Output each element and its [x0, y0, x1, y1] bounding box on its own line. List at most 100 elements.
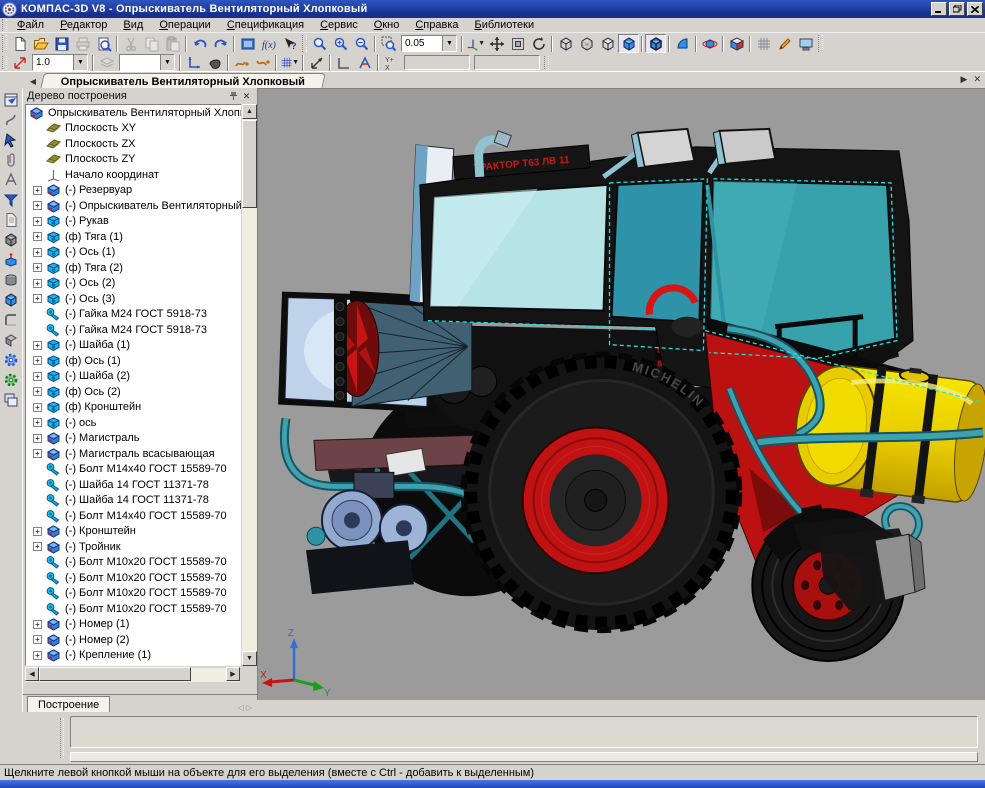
tab-close-button[interactable]: ✕: [973, 74, 981, 85]
shaded-button[interactable]: [618, 34, 639, 53]
spline-tool-button[interactable]: [1, 110, 21, 130]
tree-item[interactable]: +(-) Рукав: [26, 214, 238, 230]
tree-item[interactable]: (-) Болт М10х20 ГОСТ 15589-70: [26, 555, 238, 571]
tree-item[interactable]: +(-) Опрыскиватель Вентиляторный Хлопков…: [26, 198, 238, 214]
expand-icon[interactable]: +: [33, 341, 42, 350]
tree-item[interactable]: +(-) Ось (2): [26, 276, 238, 292]
menu-Окно[interactable]: Окно: [366, 19, 408, 31]
variables-button[interactable]: f(x): [258, 34, 279, 53]
help-select-button[interactable]: ?: [279, 34, 300, 53]
menu-Спецификация[interactable]: Спецификация: [219, 19, 312, 31]
expand-icon[interactable]: +: [33, 620, 42, 629]
expand-icon[interactable]: +: [33, 635, 42, 644]
local-cs-button[interactable]: [183, 55, 204, 71]
menu-Файл[interactable]: Файл: [9, 19, 52, 31]
expand-icon[interactable]: +: [33, 387, 42, 396]
filter-tool-button[interactable]: [1, 190, 21, 210]
current-scale-combo[interactable]: 1.0▼: [32, 54, 88, 71]
menu-Вид[interactable]: Вид: [115, 19, 151, 31]
expand-icon[interactable]: +: [33, 201, 42, 210]
fillet-operation-button[interactable]: [1, 310, 21, 330]
tree-item[interactable]: +(-) Номер (2): [26, 632, 238, 648]
extrude-operation-button[interactable]: [1, 230, 21, 250]
coordinate-field[interactable]: [404, 55, 470, 70]
tree-item[interactable]: +(ф) Ось (1): [26, 353, 238, 369]
end-sketch-button[interactable]: [204, 55, 225, 71]
tree-item[interactable]: +(-) Магистраль всасывающая: [26, 446, 238, 462]
pan-button[interactable]: [486, 34, 507, 53]
window-layout-button[interactable]: [1, 390, 21, 410]
open-button[interactable]: [30, 34, 51, 53]
tree-item[interactable]: Опрыскиватель Вентиляторный Хлопковый: [26, 105, 238, 121]
tree-item[interactable]: +(-) Крепление (2): [26, 663, 238, 666]
wireframe-button[interactable]: [555, 34, 576, 53]
preview-button[interactable]: [93, 34, 114, 53]
expand-icon[interactable]: +: [33, 263, 42, 272]
revolve-operation-button[interactable]: [1, 270, 21, 290]
coordinate-field[interactable]: [474, 55, 540, 70]
expand-icon[interactable]: +: [33, 356, 42, 365]
shell-operation-button[interactable]: [1, 330, 21, 350]
orientation-button[interactable]: ▼: [465, 34, 486, 53]
paste-button[interactable]: [162, 34, 183, 53]
loft-operation-button[interactable]: [1, 290, 21, 310]
menu-Справка[interactable]: Справка: [407, 19, 466, 31]
tree-item[interactable]: Начало координат: [26, 167, 238, 183]
screen-view-button[interactable]: [795, 34, 816, 53]
curve-edit-button[interactable]: [231, 55, 252, 71]
tree-item[interactable]: +(-) Шайба (2): [26, 369, 238, 385]
tree-item[interactable]: (-) Болт М14х40 ГОСТ 15589-70: [26, 462, 238, 478]
tree-item[interactable]: (-) Гайка М24 ГОСТ 5918-73: [26, 322, 238, 338]
scroll-down-icon[interactable]: ▼: [242, 651, 257, 666]
tree-item[interactable]: Плоскость XY: [26, 121, 238, 137]
perspective-button[interactable]: [672, 34, 693, 53]
orbit-rotate-button[interactable]: [699, 34, 720, 53]
measure-tool-button[interactable]: [1, 170, 21, 190]
refresh-button[interactable]: [528, 34, 549, 53]
tree-item[interactable]: (-) Болт М10х20 ГОСТ 15589-70: [26, 586, 238, 602]
save-button[interactable]: [51, 34, 72, 53]
expand-icon[interactable]: +: [33, 217, 42, 226]
expand-icon[interactable]: +: [33, 542, 42, 551]
redo-button[interactable]: [210, 34, 231, 53]
hidden-thin-button[interactable]: [576, 34, 597, 53]
tree-item[interactable]: +(-) Ось (1): [26, 245, 238, 261]
extrude-blue-button[interactable]: [1, 250, 21, 270]
gear-green-button[interactable]: [1, 370, 21, 390]
tree-item[interactable]: (-) Болт М14х40 ГОСТ 15589-70: [26, 508, 238, 524]
tree-horizontal-scrollbar[interactable]: ◀ ▶: [25, 668, 240, 682]
tree-item[interactable]: +(-) Тройник: [26, 539, 238, 555]
scroll-left-icon[interactable]: ◀: [25, 667, 39, 681]
scroll-right-icon[interactable]: ▶: [226, 667, 240, 681]
document-tool-button[interactable]: [1, 210, 21, 230]
chevron-down-icon[interactable]: ▼: [73, 55, 87, 70]
chevron-down-icon[interactable]: ▼: [160, 55, 174, 70]
new-part-window-button[interactable]: [1, 90, 21, 110]
tree-item[interactable]: (-) Гайка М24 ГОСТ 5918-73: [26, 307, 238, 323]
menu-Операции[interactable]: Операции: [151, 19, 218, 31]
tree-item[interactable]: Плоскость ZX: [26, 136, 238, 152]
tractor-sprayer-model[interactable]: ТРАКТОР Т63 ЛВ 11: [258, 89, 985, 700]
current-layer-combo[interactable]: ▼: [119, 54, 175, 71]
units-grid-button[interactable]: [753, 34, 774, 53]
expand-icon[interactable]: +: [33, 294, 42, 303]
chevron-down-icon[interactable]: ▼: [442, 36, 456, 51]
document-tab[interactable]: Опрыскиватель Вентиляторный Хлопковый: [40, 73, 325, 89]
tree-item[interactable]: +(-) Кронштейн: [26, 524, 238, 540]
toolbar-grip[interactable]: [818, 35, 823, 52]
expand-icon[interactable]: +: [33, 248, 42, 257]
tree-item[interactable]: (-) Шайба 14 ГОСТ 11371-78: [26, 477, 238, 493]
tree-vertical-scrollbar[interactable]: ▲ ▼: [241, 104, 257, 666]
pointer-tool-button[interactable]: [1, 130, 21, 150]
tree-item[interactable]: +(ф) Ось (2): [26, 384, 238, 400]
tree-item[interactable]: +(ф) Тяга (2): [26, 260, 238, 276]
expand-icon[interactable]: +: [33, 449, 42, 458]
sketch-pencil-button[interactable]: [774, 34, 795, 53]
pin-icon[interactable]: [227, 90, 240, 102]
expand-icon[interactable]: +: [33, 372, 42, 381]
tree-item[interactable]: +(ф) Тяга (1): [26, 229, 238, 245]
tree-item[interactable]: +(ф) Кронштейн: [26, 400, 238, 416]
new-button[interactable]: [9, 34, 30, 53]
tree-item[interactable]: +(-) ось: [26, 415, 238, 431]
tree-tab-arrows[interactable]: ◁ ▷: [237, 703, 252, 712]
